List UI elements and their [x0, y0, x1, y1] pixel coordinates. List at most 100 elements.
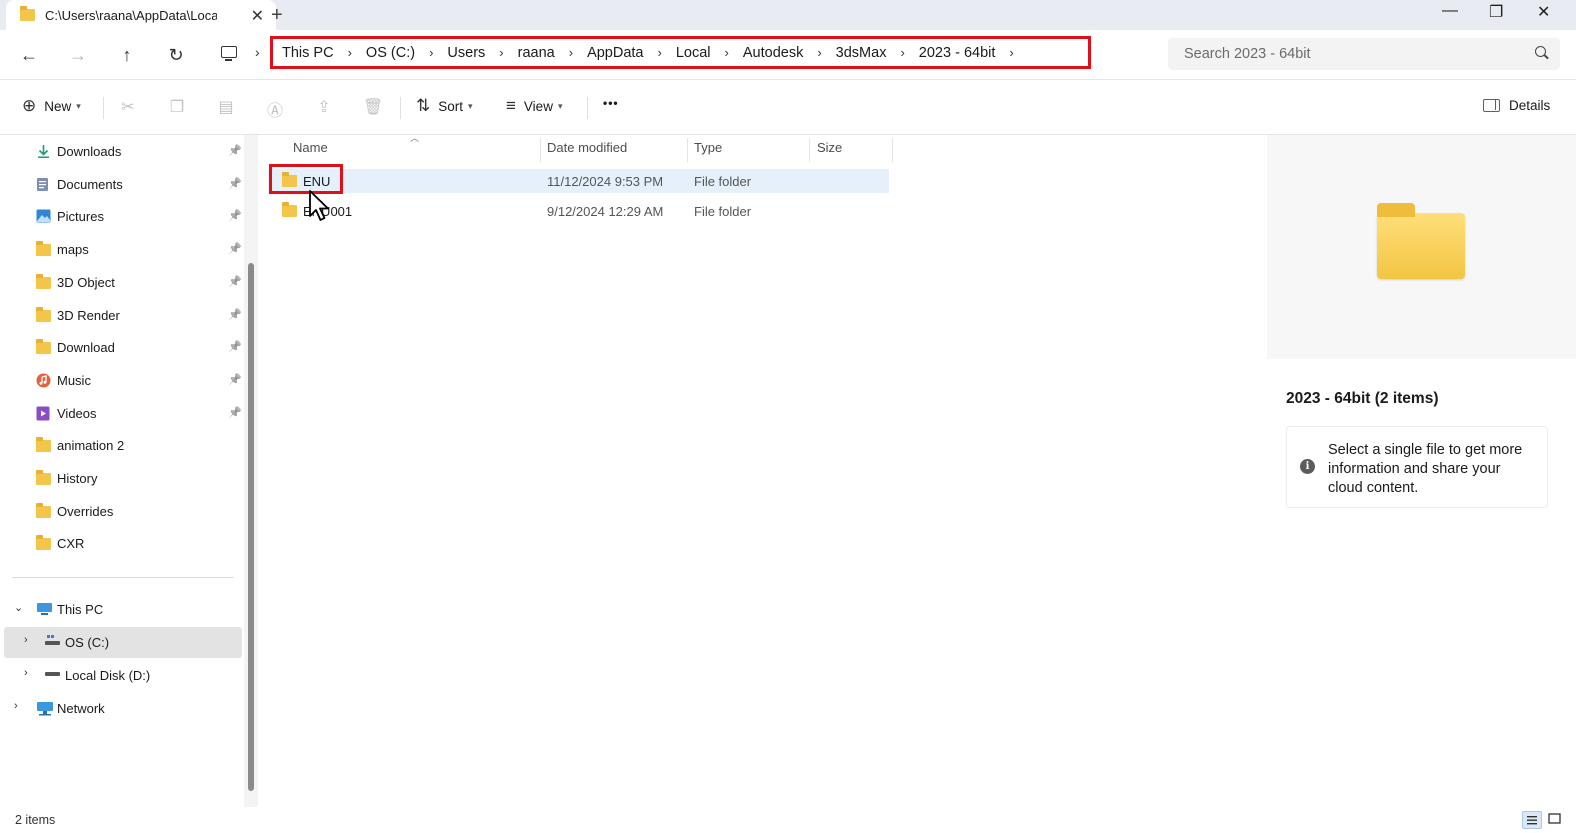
sidebar-item-local-disk-d[interactable]: › Local Disk (D:): [0, 660, 242, 691]
column-header-name[interactable]: Name: [293, 140, 328, 164]
delete-icon[interactable]: 🗑: [363, 97, 383, 117]
sidebar-item-network[interactable]: › Network: [0, 693, 242, 724]
paste-icon[interactable]: ▤: [216, 97, 236, 117]
chevron-right-icon[interactable]: ›: [658, 45, 662, 60]
details-view-button[interactable]: [1522, 811, 1542, 829]
column-header-date-modified[interactable]: Date modified: [547, 140, 627, 164]
sidebar-item-music[interactable]: Music 📌: [0, 365, 242, 396]
chevron-right-icon[interactable]: ›: [817, 45, 821, 60]
chevron-right-icon[interactable]: ›: [725, 45, 729, 60]
minimize-button[interactable]: —: [1442, 2, 1458, 20]
copy-icon[interactable]: ❐: [167, 97, 187, 117]
pin-icon[interactable]: 📌: [228, 275, 242, 288]
sidebar-item-documents[interactable]: Documents 📌: [0, 169, 242, 200]
more-options-button[interactable]: •••: [603, 96, 619, 110]
view-button[interactable]: ≡ View ▾: [506, 96, 562, 116]
sidebar-item-os-c[interactable]: › OS (C:): [4, 627, 242, 658]
sidebar-item-downloads[interactable]: Downloads 📌: [0, 136, 242, 167]
sidebar-item-3d-object[interactable]: 3D Object 📌: [0, 267, 242, 298]
new-tab-button[interactable]: +: [271, 4, 283, 27]
pin-icon[interactable]: 📌: [228, 406, 242, 419]
tiles-view-button[interactable]: [1546, 811, 1566, 829]
chevron-down-icon[interactable]: ⌄: [14, 601, 23, 614]
table-row[interactable]: ENU 11/12/2024 9:53 PM File folder: [268, 169, 889, 193]
chevron-right-icon[interactable]: ›: [499, 45, 503, 60]
breadcrumb-item[interactable]: AppData: [587, 45, 643, 61]
chevron-right-icon[interactable]: ›: [24, 667, 28, 679]
sidebar-item-animation-2[interactable]: animation 2: [0, 430, 242, 461]
search-box[interactable]: [1168, 38, 1560, 70]
sidebar-item-3d-render[interactable]: 3D Render 📌: [0, 300, 242, 331]
pin-icon[interactable]: 📌: [228, 373, 242, 386]
column-separator[interactable]: [809, 138, 810, 162]
sidebar-item-download[interactable]: Download 📌: [0, 332, 242, 363]
sidebar-item-cxr[interactable]: CXR: [0, 528, 242, 559]
breadcrumb-item[interactable]: 3dsMax: [836, 45, 887, 61]
chevron-right-icon[interactable]: ›: [569, 45, 573, 60]
details-pane-icon: [1483, 99, 1500, 112]
details-label: Details: [1509, 98, 1551, 113]
sidebar-item-maps[interactable]: maps 📌: [0, 234, 242, 265]
refresh-button[interactable]: ↻: [163, 42, 189, 68]
chevron-right-icon[interactable]: ›: [429, 45, 433, 60]
chevron-right-icon[interactable]: ›: [900, 45, 904, 60]
folder-icon: [36, 470, 51, 488]
folder-icon: [282, 202, 297, 217]
table-row[interactable]: ENU001 9/12/2024 12:29 AM File folder: [268, 199, 889, 223]
this-pc-icon[interactable]: [221, 46, 237, 61]
folder-icon: [36, 502, 51, 521]
column-separator[interactable]: [892, 138, 893, 162]
share-icon[interactable]: ⇪: [314, 97, 334, 117]
tab-current[interactable]: C:\Users\raana\AppData\Local ✕: [6, 0, 276, 30]
column-header-type[interactable]: Type: [694, 140, 722, 164]
back-button[interactable]: ←: [16, 42, 42, 68]
sidebar-item-this-pc[interactable]: ⌄ This PC: [0, 594, 242, 625]
chevron-right-icon[interactable]: ›: [14, 700, 18, 712]
breadcrumb-item[interactable]: Autodesk: [743, 45, 803, 61]
breadcrumb-separator-icon[interactable]: ›: [255, 44, 260, 60]
pin-icon[interactable]: 📌: [228, 308, 242, 321]
scrollbar-thumb[interactable]: [248, 263, 254, 791]
pictures-icon: [36, 209, 51, 226]
pin-icon[interactable]: 📌: [228, 242, 242, 255]
pin-icon[interactable]: 📌: [228, 144, 242, 157]
breadcrumb-item[interactable]: Local: [676, 45, 711, 61]
sidebar-scrollbar[interactable]: [244, 135, 258, 807]
sort-button[interactable]: ⇅ Sort ▾: [416, 96, 473, 116]
maximize-button[interactable]: ❐: [1489, 2, 1503, 22]
sidebar-item-history[interactable]: History: [0, 463, 242, 494]
breadcrumb-item[interactable]: This PC: [282, 45, 334, 61]
sidebar-item-pictures[interactable]: Pictures 📌: [0, 201, 242, 232]
chevron-right-icon[interactable]: ›: [348, 45, 352, 60]
tab-close-button[interactable]: ✕: [251, 6, 264, 26]
chevron-right-icon[interactable]: ›: [1009, 45, 1013, 60]
rename-icon[interactable]: Ⓐ: [265, 97, 285, 120]
details-button[interactable]: Details: [1483, 98, 1550, 113]
search-icon[interactable]: [1535, 46, 1546, 57]
close-window-button[interactable]: ✕: [1537, 2, 1550, 22]
sidebar-item-overrides[interactable]: Overrides: [0, 496, 242, 527]
chevron-right-icon[interactable]: ›: [24, 634, 28, 646]
breadcrumb: This PC › OS (C:) › Users › raana › AppData › Loca…: [270, 36, 1091, 69]
pin-icon[interactable]: 📌: [228, 177, 242, 190]
pin-icon[interactable]: 📌: [228, 209, 242, 222]
pin-icon[interactable]: 📌: [228, 340, 242, 353]
chevron-down-icon: ▾: [76, 100, 81, 111]
column-separator[interactable]: [687, 138, 688, 162]
tiles-icon: [1548, 813, 1561, 824]
breadcrumb-item[interactable]: Users: [447, 45, 485, 61]
breadcrumb-item[interactable]: OS (C:): [366, 45, 415, 61]
breadcrumb-item[interactable]: raana: [518, 45, 555, 61]
column-header-size[interactable]: Size: [817, 140, 842, 164]
up-button[interactable]: ↑: [114, 42, 140, 68]
cut-icon[interactable]: ✂: [118, 97, 138, 117]
column-separator[interactable]: [540, 138, 541, 162]
sidebar-item-label: History: [57, 471, 98, 486]
new-button[interactable]: ⊕ New ▾: [22, 96, 81, 116]
forward-button[interactable]: →: [65, 42, 91, 68]
search-input[interactable]: [1182, 45, 1522, 63]
sidebar-item-videos[interactable]: Videos 📌: [0, 398, 242, 429]
sidebar-item-label: Music: [57, 372, 91, 388]
title-bar: C:\Users\raana\AppData\Local ✕ + — ❐ ✕: [0, 0, 1576, 30]
breadcrumb-item[interactable]: 2023 - 64bit: [919, 45, 996, 61]
